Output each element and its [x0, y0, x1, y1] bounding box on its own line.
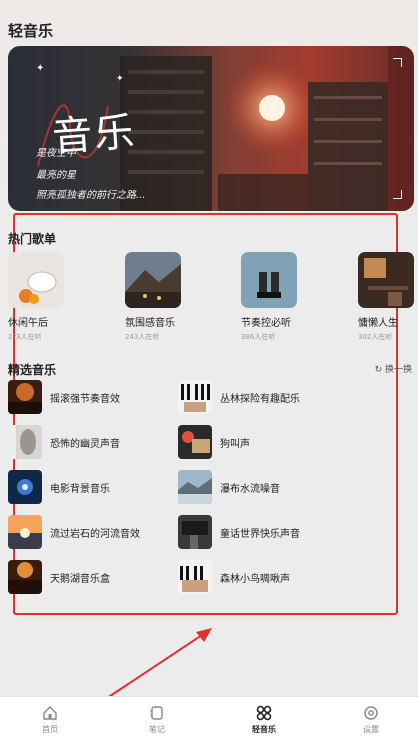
banner-line: 最亮的星: [36, 170, 76, 181]
track-item[interactable]: 童话世界快乐声音: [178, 515, 300, 549]
track-name: 天鹅湖音乐盒: [50, 573, 110, 585]
banner-line: 照亮孤独者的前行之路...: [36, 190, 146, 201]
settings-icon: [364, 706, 378, 720]
svg-text:✦: ✦: [116, 74, 124, 84]
tab-label: 首页: [42, 725, 58, 734]
track-thumb: [178, 470, 212, 504]
tab-home[interactable]: 首页: [20, 697, 80, 742]
playlist-cover: [241, 252, 297, 308]
track-name: 摇滚强节奏音效: [50, 393, 120, 405]
tab-settings[interactable]: 设置: [341, 697, 401, 742]
banner-line: 是夜空中: [36, 148, 76, 159]
playlist-count: 243人在听: [125, 333, 160, 341]
playlist-name: 休闲午后: [8, 318, 48, 329]
playlist-cover: [358, 252, 414, 308]
tab-music[interactable]: 轻音乐: [234, 697, 294, 742]
playlist-name: 节奏控必听: [241, 318, 291, 329]
banner[interactable]: ✦ ✦ 音乐 是夜空中 最亮的星 照亮孤独者的前行之路...: [8, 46, 414, 211]
playlist-name: 慵懒人生: [358, 318, 398, 329]
playlist-count: 386人在听: [241, 333, 276, 341]
track-name: 流过岩石的河流音效: [50, 528, 140, 540]
track-name: 电影背景音乐: [50, 483, 110, 495]
track-thumb: [178, 560, 212, 594]
hot-playlists-title: 热门歌单: [8, 232, 57, 246]
track-item[interactable]: 天鹅湖音乐盒: [8, 560, 110, 594]
playlist-card[interactable]: 休闲午后 2?3人在听: [8, 252, 64, 342]
track-item[interactable]: 恐怖的幽灵声音: [8, 425, 120, 459]
track-thumb: [178, 515, 212, 549]
track-thumb: [8, 425, 42, 459]
highlight-box: [13, 213, 398, 615]
refresh-icon: ↻: [374, 365, 385, 375]
playlist-card[interactable]: 慵懒人生 302人在听: [358, 252, 414, 342]
track-name: 森林小鸟啁啾声: [220, 573, 290, 585]
track-item[interactable]: 丛林探险有趣配乐: [178, 380, 300, 414]
tab-label: 笔记: [149, 725, 165, 734]
music-tab-icon: [256, 705, 272, 721]
track-item[interactable]: 狗叫声: [178, 425, 250, 459]
svg-text:✦: ✦: [36, 63, 44, 74]
playlist-count: 302人在听: [358, 333, 393, 341]
refresh-label: 换一换: [384, 365, 412, 375]
featured-title: 精选音乐: [8, 363, 57, 377]
notebook-icon: [150, 706, 163, 720]
track-thumb: [8, 560, 42, 594]
track-thumb: [8, 470, 42, 504]
track-name: 丛林探险有趣配乐: [220, 393, 300, 405]
track-item[interactable]: 电影背景音乐: [8, 470, 110, 504]
playlist-cover: [8, 252, 64, 308]
track-thumb: [178, 380, 212, 414]
track-thumb: [8, 515, 42, 549]
track-name: 狗叫声: [220, 438, 250, 450]
track-item[interactable]: 摇滚强节奏音效: [8, 380, 120, 414]
corner-mark: [393, 190, 402, 199]
playlist-cover: [125, 252, 181, 308]
playlist-card[interactable]: 氛围感音乐 243人在听: [125, 252, 181, 342]
track-item[interactable]: 流过岩石的河流音效: [8, 515, 140, 549]
tab-label: 设置: [363, 725, 379, 734]
track-thumb: [8, 380, 42, 414]
tab-notes[interactable]: 笔记: [127, 697, 187, 742]
tab-bar: 首页 笔记 轻音乐 设置: [0, 696, 418, 742]
home-icon: [43, 706, 57, 720]
track-thumb: [178, 425, 212, 459]
track-name: 瀑布水流噪音: [220, 483, 280, 495]
track-item[interactable]: 森林小鸟啁啾声: [178, 560, 290, 594]
playlist-name: 氛围感音乐: [125, 318, 175, 329]
tab-label: 轻音乐: [252, 725, 276, 734]
playlist-card[interactable]: 节奏控必听 386人在听: [241, 252, 297, 342]
track-item[interactable]: 瀑布水流噪音: [178, 470, 280, 504]
corner-mark: [393, 58, 402, 67]
playlist-count: 2?3人在听: [8, 333, 42, 341]
refresh-button[interactable]: ↻ 换一换: [375, 362, 412, 375]
track-name: 恐怖的幽灵声音: [50, 438, 120, 450]
app-title: 轻音乐: [8, 22, 54, 40]
track-name: 童话世界快乐声音: [220, 528, 300, 540]
